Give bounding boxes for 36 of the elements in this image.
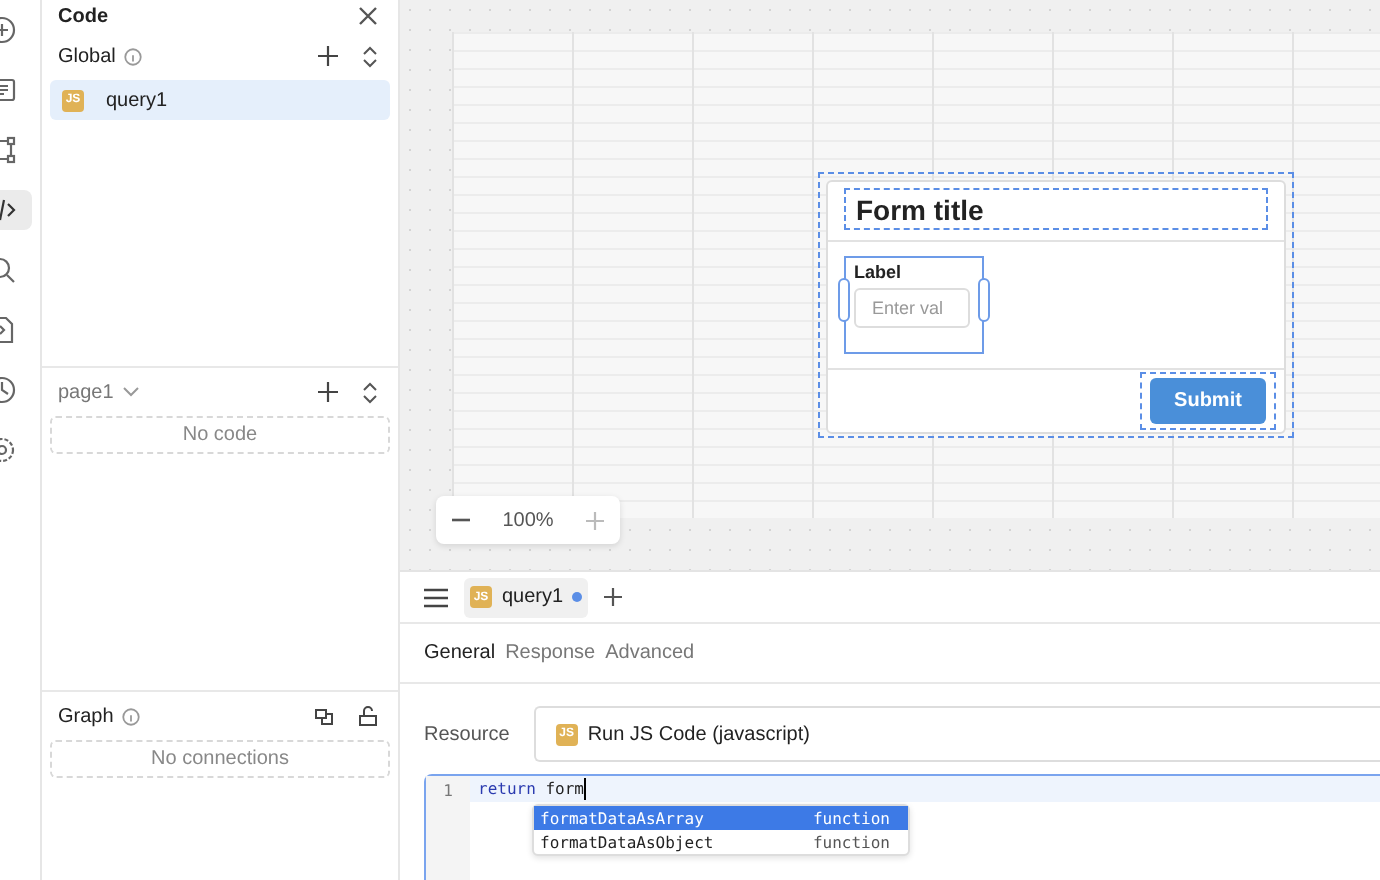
panel-title: Code bbox=[58, 5, 110, 27]
close-icon[interactable] bbox=[358, 6, 378, 26]
zoom-level: 100% bbox=[502, 509, 554, 531]
line-number: 1 bbox=[441, 782, 455, 800]
empty-state: No connections bbox=[50, 740, 390, 778]
resize-handle[interactable] bbox=[838, 278, 850, 322]
form-title[interactable]: Form title bbox=[844, 188, 1268, 230]
chat-icon[interactable] bbox=[314, 707, 334, 725]
tab[interactable]: Response bbox=[505, 642, 596, 664]
suggestion-item[interactable]: formatDataAsObject function bbox=[534, 830, 908, 854]
page-selector[interactable]: page1 bbox=[58, 381, 114, 403]
add-icon[interactable] bbox=[318, 382, 338, 402]
code-editor[interactable]: 1 return form formatDataAsArray function formatDataAsObject function bbox=[424, 774, 1380, 880]
rail-button[interactable] bbox=[0, 190, 32, 230]
menu-icon[interactable] bbox=[424, 587, 448, 607]
resize-handle[interactable] bbox=[978, 278, 990, 322]
info-icon bbox=[123, 47, 142, 65]
input-field[interactable]: Enter val bbox=[854, 288, 970, 328]
chevron-icon[interactable] bbox=[121, 386, 140, 398]
section-label: Global bbox=[58, 45, 116, 67]
expand-icon[interactable] bbox=[362, 45, 378, 67]
code-line: return form bbox=[478, 780, 584, 798]
info-icon bbox=[121, 707, 140, 725]
empty-state: No code bbox=[50, 416, 390, 454]
field-label: Resource bbox=[424, 723, 510, 745]
form-selection[interactable]: Form title Label Enter val Submit bbox=[818, 172, 1294, 438]
tab[interactable]: General bbox=[424, 642, 496, 664]
lock-icon[interactable] bbox=[358, 706, 378, 726]
field-label: Label bbox=[854, 262, 904, 282]
suggestion-item[interactable]: formatDataAsArray function bbox=[534, 806, 908, 830]
add-icon[interactable] bbox=[603, 588, 622, 606]
tab[interactable]: Advanced bbox=[605, 642, 695, 664]
input-widget[interactable]: Label Enter val bbox=[844, 256, 984, 354]
expand-icon[interactable] bbox=[362, 381, 378, 403]
add-icon[interactable] bbox=[318, 46, 338, 66]
section-label: Graph bbox=[58, 705, 114, 727]
